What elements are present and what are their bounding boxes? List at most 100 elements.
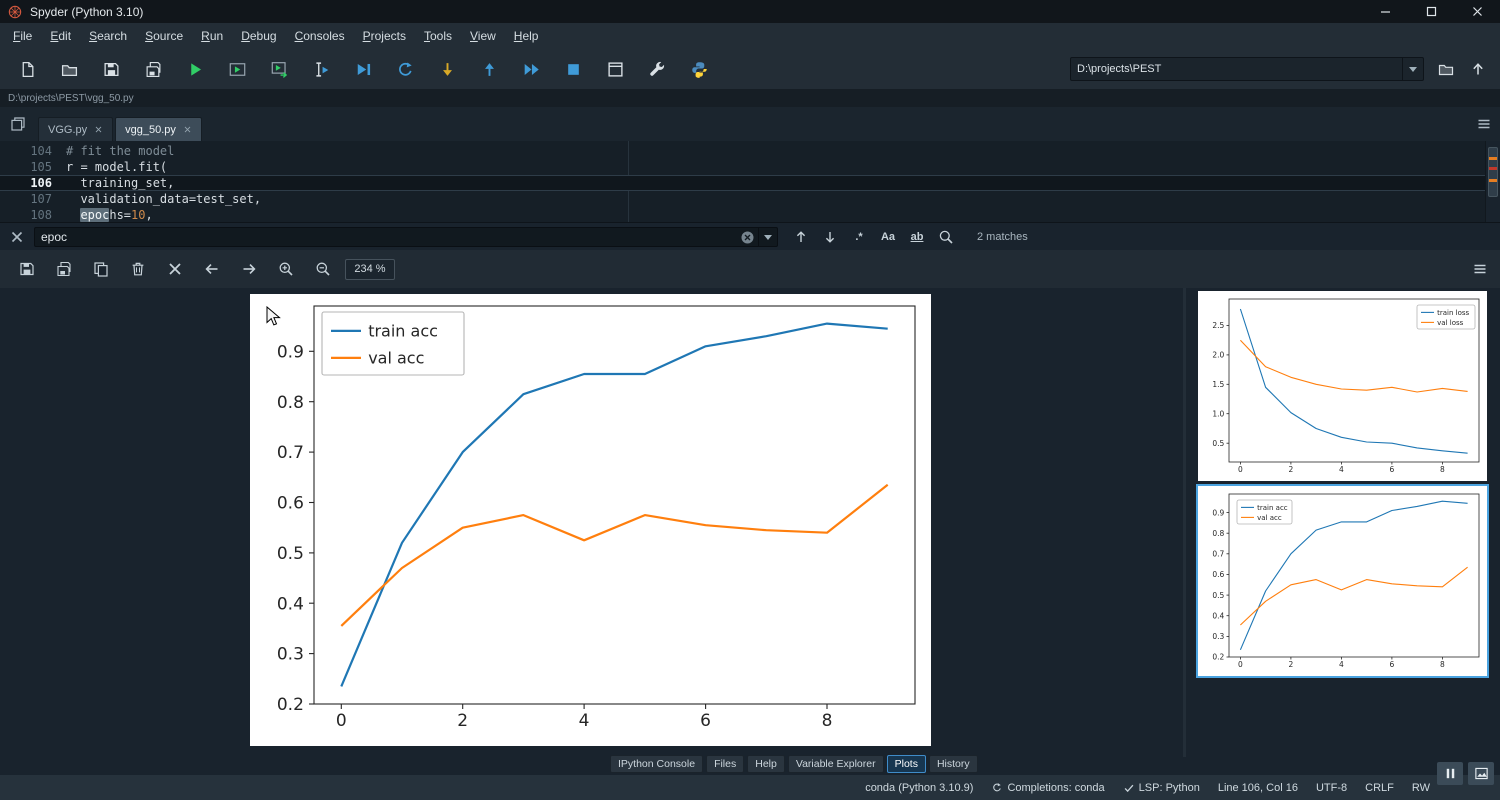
bottom-tab-files[interactable]: Files: [706, 755, 745, 773]
code-line-106[interactable]: 106 training_set,: [0, 175, 1486, 191]
svg-text:8: 8: [1440, 465, 1445, 474]
encoding-status[interactable]: UTF-8: [1316, 782, 1347, 794]
save-icon[interactable]: [90, 53, 132, 85]
svg-text:0.9: 0.9: [277, 343, 304, 363]
menu-view[interactable]: View: [461, 23, 505, 49]
check-icon: [1123, 782, 1135, 794]
save-plot-icon[interactable]: [8, 255, 45, 283]
minimize-button[interactable]: [1362, 0, 1408, 23]
clear-search-icon[interactable]: [741, 231, 754, 244]
run-cell-advance-icon[interactable]: [258, 53, 300, 85]
working-directory-area: D:\projects\PEST: [1070, 57, 1500, 81]
chevron-down-icon[interactable]: [1402, 58, 1417, 80]
preferences-icon[interactable]: [636, 53, 678, 85]
bottom-tab-history[interactable]: History: [928, 755, 978, 773]
permissions-status[interactable]: RW: [1412, 782, 1430, 794]
parent-directory-button[interactable]: [1468, 59, 1488, 79]
menu-file[interactable]: File: [4, 23, 41, 49]
debug-step-over-icon[interactable]: [384, 53, 426, 85]
bottom-tab-ipython-console[interactable]: IPython Console: [610, 755, 704, 773]
copy-plot-icon[interactable]: [82, 255, 119, 283]
zoom-in-icon[interactable]: [267, 255, 304, 283]
remove-plot-icon[interactable]: [119, 255, 156, 283]
menu-tools[interactable]: Tools: [415, 23, 461, 49]
maximize-pane-icon[interactable]: [594, 53, 636, 85]
find-previous-icon[interactable]: [792, 228, 810, 246]
plots-options-menu-icon[interactable]: [1468, 261, 1492, 277]
tab-close-icon[interactable]: [94, 125, 103, 134]
find-buttons: .* Aa ab: [792, 228, 955, 246]
svg-text:4: 4: [1339, 660, 1344, 669]
scrollbar-thumb[interactable]: [1488, 147, 1498, 197]
svg-text:8: 8: [822, 711, 833, 731]
code-line-108[interactable]: 108 epochs=10,: [0, 207, 1486, 223]
svg-text:0: 0: [1238, 465, 1243, 474]
previous-plot-icon[interactable]: [193, 255, 230, 283]
code-line-105[interactable]: 105 r = model.fit(: [0, 159, 1486, 175]
next-plot-icon[interactable]: [230, 255, 267, 283]
menu-run[interactable]: Run: [192, 23, 232, 49]
code-text: validation_data=test_set,: [66, 192, 262, 206]
open-file-icon[interactable]: [48, 53, 90, 85]
python-env-icon[interactable]: [678, 53, 720, 85]
save-all-plots-icon[interactable]: [45, 255, 82, 283]
run-icon[interactable]: [174, 53, 216, 85]
code-line-107[interactable]: 107 validation_data=test_set,: [0, 191, 1486, 207]
svg-text:0.7: 0.7: [1212, 550, 1224, 559]
menu-debug[interactable]: Debug: [232, 23, 285, 49]
find-next-icon[interactable]: [821, 228, 839, 246]
pause-button[interactable]: [1437, 762, 1463, 785]
whole-words-icon[interactable]: ab: [908, 228, 926, 246]
browse-directory-button[interactable]: [1436, 59, 1456, 79]
menu-help[interactable]: Help: [505, 23, 548, 49]
run-cell-icon[interactable]: [216, 53, 258, 85]
highlight-matches-icon[interactable]: [937, 228, 955, 246]
working-directory-combobox[interactable]: D:\projects\PEST: [1070, 57, 1424, 81]
menu-source[interactable]: Source: [136, 23, 192, 49]
zoom-level[interactable]: 234 %: [345, 258, 395, 280]
plot-display-button[interactable]: [1468, 762, 1494, 785]
code-area[interactable]: 104 # fit the model 105 r = model.fit(106 t…: [0, 141, 1486, 222]
svg-text:val loss: val loss: [1437, 319, 1463, 327]
case-sensitive-icon[interactable]: Aa: [879, 228, 897, 246]
browse-tabs-icon[interactable]: [10, 116, 26, 137]
run-selection-icon[interactable]: [300, 53, 342, 85]
acc-plot-thumbnail[interactable]: 0 2 4 6 8 0.2 0.3 0.4 0.5 0.6 0.7 0.8 0.9 train acc va…: [1198, 486, 1487, 676]
editor-scrollbar[interactable]: [1485, 141, 1500, 222]
completions-status[interactable]: Completions: conda: [991, 782, 1105, 794]
interpreter-status[interactable]: conda (Python 3.10.9): [865, 782, 973, 794]
step-into-icon[interactable]: [426, 53, 468, 85]
line-number: 107: [30, 192, 52, 206]
search-history-icon[interactable]: [758, 228, 777, 246]
bottom-tab-variable-explorer[interactable]: Variable Explorer: [787, 755, 884, 773]
step-return-icon[interactable]: [468, 53, 510, 85]
tab-close-icon[interactable]: [183, 125, 192, 134]
loss-plot-thumbnail[interactable]: 0 2 4 6 8 0.5 1.0 1.5 2.0 2.5 train loss val loss: [1198, 291, 1487, 481]
editor-tab-vgg_50.py[interactable]: vgg_50.py: [115, 117, 202, 141]
code-line-104[interactable]: 104 # fit the model: [0, 143, 1486, 159]
close-find-icon[interactable]: [8, 228, 26, 246]
bottom-tab-help[interactable]: Help: [747, 755, 785, 773]
remove-all-plots-icon[interactable]: [156, 255, 193, 283]
new-file-icon[interactable]: [6, 53, 48, 85]
plots-splitter[interactable]: [1183, 288, 1186, 757]
eol-status[interactable]: CRLF: [1365, 782, 1394, 794]
save-all-icon[interactable]: [132, 53, 174, 85]
zoom-out-icon[interactable]: [304, 255, 341, 283]
menu-consoles[interactable]: Consoles: [286, 23, 354, 49]
menu-edit[interactable]: Edit: [41, 23, 80, 49]
lsp-status[interactable]: LSP: Python: [1123, 782, 1200, 794]
search-input[interactable]: [35, 230, 741, 244]
close-button[interactable]: [1454, 0, 1500, 23]
bottom-tab-plots[interactable]: Plots: [886, 755, 926, 773]
menu-search[interactable]: Search: [80, 23, 136, 49]
editor-options-menu-icon[interactable]: [1476, 116, 1492, 137]
menu-projects[interactable]: Projects: [354, 23, 415, 49]
stop-icon[interactable]: [552, 53, 594, 85]
regex-icon[interactable]: .*: [850, 228, 868, 246]
continue-icon[interactable]: [510, 53, 552, 85]
debug-file-icon[interactable]: [342, 53, 384, 85]
cursor-position-status[interactable]: Line 106, Col 16: [1218, 782, 1298, 794]
maximize-button[interactable]: [1408, 0, 1454, 23]
editor-tab-VGG.py[interactable]: VGG.py: [38, 117, 114, 141]
